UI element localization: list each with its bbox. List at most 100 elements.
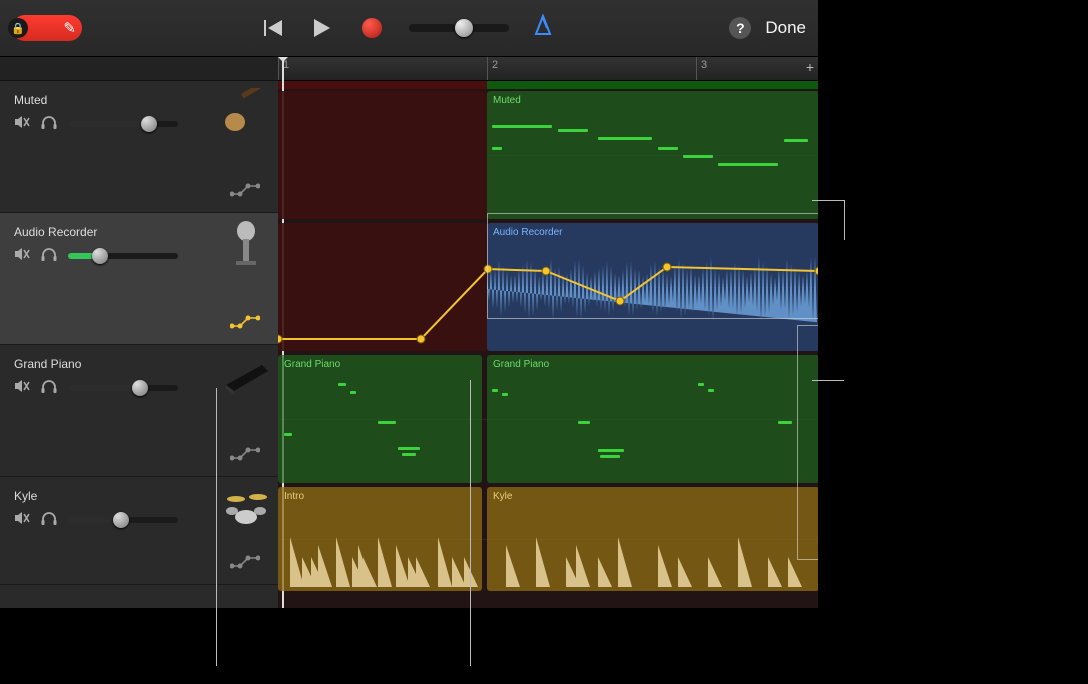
midi-note[interactable] — [683, 155, 713, 158]
mute-icon[interactable] — [14, 115, 30, 132]
transport-controls — [259, 14, 553, 42]
mute-icon[interactable] — [14, 247, 30, 264]
midi-note[interactable] — [492, 389, 498, 392]
drum-hit — [678, 557, 692, 587]
headphones-icon[interactable] — [40, 247, 58, 264]
midi-note[interactable] — [350, 391, 356, 394]
midi-note[interactable] — [492, 125, 552, 128]
midi-note[interactable] — [708, 389, 714, 392]
done-button[interactable]: Done — [765, 18, 806, 38]
drum-hit — [618, 537, 632, 587]
lock-icon: 🔒 — [8, 18, 28, 38]
headphones-icon[interactable] — [40, 511, 58, 528]
track-header-toggle[interactable]: 🔒 ✎ — [12, 15, 82, 41]
rewind-button[interactable] — [259, 15, 285, 41]
drums-icon[interactable] — [222, 483, 270, 531]
track-name: Kyle — [14, 489, 37, 503]
top-toolbar: 🔒 ✎ ? Done — [0, 0, 818, 57]
track-header-kyle[interactable]: Kyle — [0, 477, 278, 585]
callout-line — [470, 380, 471, 666]
midi-note[interactable] — [698, 383, 704, 386]
track-header-muted[interactable]: Muted — [0, 81, 278, 213]
track-name: Audio Recorder — [14, 225, 97, 239]
drum-hit — [318, 545, 332, 587]
selection-handle[interactable] — [797, 325, 818, 560]
metronome-icon[interactable] — [533, 14, 553, 42]
track-name: Grand Piano — [14, 357, 81, 371]
region[interactable]: Grand Piano — [487, 355, 818, 483]
arrangement-strip — [278, 81, 818, 89]
drum-hit — [658, 545, 672, 587]
track-header-audio_recorder[interactable]: Audio Recorder — [0, 213, 278, 345]
volume-slider[interactable] — [68, 253, 178, 259]
track-name: Muted — [14, 93, 47, 107]
headphones-icon[interactable] — [40, 115, 58, 132]
region[interactable] — [278, 223, 487, 351]
bar-marker: 3 — [696, 57, 707, 80]
workspace: Muted Audio Recorder — [0, 57, 818, 608]
volume-slider[interactable] — [68, 517, 178, 523]
headphones-icon[interactable] — [40, 379, 58, 396]
drum-hit — [416, 557, 430, 587]
drum-hit — [576, 545, 590, 587]
midi-note[interactable] — [784, 139, 808, 142]
drum-hit — [438, 537, 452, 587]
region-label: Grand Piano — [493, 359, 549, 370]
selection-handle[interactable] — [487, 213, 818, 319]
add-bar-icon[interactable]: + — [806, 59, 814, 75]
automation-icon[interactable] — [230, 312, 260, 332]
drum-hit — [336, 537, 350, 587]
midi-note[interactable] — [398, 447, 420, 450]
midi-note[interactable] — [492, 147, 502, 150]
volume-slider[interactable] — [68, 121, 178, 127]
drum-hit — [738, 537, 752, 587]
automation-icon[interactable] — [230, 552, 260, 572]
midi-note[interactable] — [778, 421, 792, 424]
track-header-grand_piano[interactable]: Grand Piano — [0, 345, 278, 477]
midi-note[interactable] — [378, 421, 396, 424]
region[interactable]: Muted — [487, 91, 818, 219]
callout-line — [812, 380, 844, 381]
mute-icon[interactable] — [14, 511, 30, 528]
region[interactable] — [278, 91, 487, 219]
midi-note[interactable] — [600, 455, 620, 458]
lane-muted[interactable]: Muted — [278, 89, 818, 221]
mute-icon[interactable] — [14, 379, 30, 396]
timeline[interactable]: + 123 MutedAudio RecorderGrand PianoGran… — [278, 57, 818, 608]
mic-icon[interactable] — [222, 219, 270, 267]
drum-hit — [378, 537, 392, 587]
automation-icon[interactable] — [230, 444, 260, 464]
volume-slider[interactable] — [68, 385, 178, 391]
garageband-window: 🔒 ✎ ? Done — [0, 0, 818, 608]
position-slider[interactable] — [409, 24, 509, 32]
bass-icon[interactable] — [222, 87, 270, 135]
midi-note[interactable] — [658, 147, 678, 150]
drum-hit — [363, 557, 377, 587]
midi-note[interactable] — [502, 393, 508, 396]
drum-hit — [788, 557, 802, 587]
midi-note[interactable] — [338, 383, 346, 386]
midi-note[interactable] — [598, 449, 624, 452]
play-button[interactable] — [309, 15, 335, 41]
region[interactable]: Grand Piano — [278, 355, 482, 483]
piano-icon[interactable] — [222, 351, 270, 399]
midi-note[interactable] — [578, 421, 590, 424]
lane-kyle[interactable]: IntroKyle — [278, 485, 818, 593]
bar-ruler[interactable]: + 123 — [278, 57, 818, 81]
automation-icon[interactable] — [230, 180, 260, 200]
midi-note[interactable] — [402, 453, 416, 456]
track-headers-column: Muted Audio Recorder — [0, 57, 278, 608]
callout-line — [812, 200, 844, 201]
midi-note[interactable] — [718, 163, 778, 166]
pencil-icon: ✎ — [63, 19, 76, 37]
lane-grand_piano[interactable]: Grand Piano Grand Piano — [278, 353, 818, 485]
callout-line — [844, 200, 845, 240]
drum-hit — [598, 557, 612, 587]
midi-note[interactable] — [284, 433, 292, 436]
midi-note[interactable] — [598, 137, 652, 140]
record-button[interactable] — [359, 15, 385, 41]
region-label: Intro — [284, 491, 304, 502]
midi-note[interactable] — [558, 129, 588, 132]
help-button[interactable]: ? — [729, 17, 751, 39]
callout-line — [216, 388, 217, 666]
